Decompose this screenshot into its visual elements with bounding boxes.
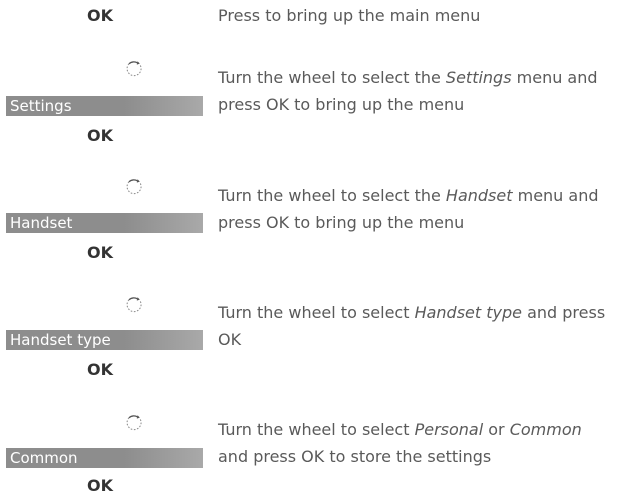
menu-item-handset: Handset (6, 213, 203, 233)
instruction-text: Turn the wheel to select (218, 420, 415, 439)
instruction-step-1: Press to bring up the main menu (218, 2, 639, 29)
ok-key-label: OK (87, 126, 113, 145)
wheel-turn-icon (126, 61, 142, 77)
instruction-text: press OK to bring up the menu (218, 95, 465, 114)
instruction-text: Turn the wheel to select the (218, 186, 446, 205)
instruction-emphasis: Personal (414, 420, 484, 439)
instruction-step-5: Turn the wheel to select Personal or Com… (218, 416, 639, 470)
menu-item-settings: Settings (6, 96, 203, 116)
instruction-emphasis: Common (509, 420, 582, 439)
wheel-turn-icon (126, 297, 142, 313)
wheel-turn-icon (126, 415, 142, 431)
ok-key-label: OK (87, 476, 113, 495)
menu-item-common: Common (6, 448, 203, 468)
instruction-step-3: Turn the wheel to select the Handset men… (218, 182, 639, 236)
instruction-text: menu and (511, 68, 598, 87)
instruction-text: press OK to bring up the menu (218, 213, 465, 232)
ok-key-label: OK (87, 243, 113, 262)
instruction-step-2: Turn the wheel to select the Settings me… (218, 64, 639, 118)
wheel-turn-icon (126, 179, 142, 195)
instruction-text: Press to bring up the main menu (218, 6, 481, 25)
instruction-emphasis: Settings (445, 68, 512, 87)
instruction-text: Turn the wheel to select the (218, 68, 446, 87)
instruction-emphasis: Handset type (414, 303, 522, 322)
instruction-text: menu and (512, 186, 599, 205)
ok-key-label: OK (87, 360, 113, 379)
instruction-step-4: Turn the wheel to select Handset type an… (218, 299, 639, 353)
instruction-text: Turn the wheel to select (218, 303, 415, 322)
ok-key-label: OK (87, 6, 113, 25)
menu-item-handset-type: Handset type (6, 330, 203, 350)
instruction-text: or (483, 420, 510, 439)
instruction-text: OK (218, 330, 242, 349)
instruction-text: and press OK to store the settings (218, 447, 492, 466)
instruction-text: and press (522, 303, 606, 322)
instruction-emphasis: Handset (445, 186, 513, 205)
